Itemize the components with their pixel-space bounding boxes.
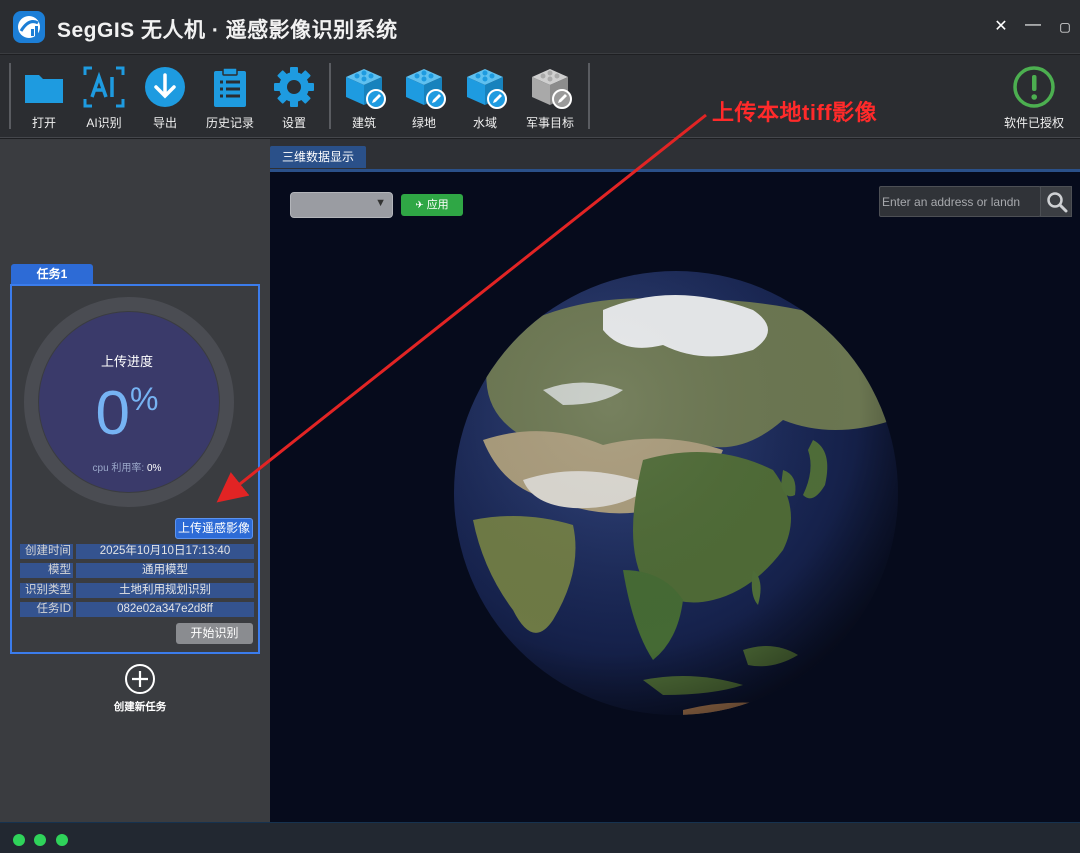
progress-unit: % — [130, 381, 159, 417]
cube-edit-icon — [467, 69, 507, 109]
search-icon — [1047, 192, 1068, 213]
layer-select[interactable]: ▼ — [290, 192, 393, 218]
settings-button[interactable]: 设置 — [264, 61, 324, 133]
military-label: 军事目标 — [525, 116, 574, 130]
gear-icon — [274, 67, 314, 107]
info-key: 模型 — [20, 563, 73, 578]
military-button[interactable]: 军事目标 — [520, 61, 580, 133]
info-row-task-id: 任务ID 082e02a347e2d8ff — [20, 602, 254, 617]
search-button[interactable] — [1040, 186, 1072, 217]
progress-title: 上传进度 — [100, 354, 153, 369]
rocket-icon: ✈ — [415, 200, 424, 211]
status-dot-icon — [13, 834, 25, 846]
download-icon — [145, 67, 185, 107]
history-button[interactable]: 历史记录 — [200, 61, 260, 133]
start-recognition-button[interactable]: 开始识别 — [176, 623, 253, 644]
license-label: 软件已授权 — [1003, 116, 1064, 130]
status-dot-icon — [34, 834, 46, 846]
status-dot-icon — [56, 834, 68, 846]
minimize-button[interactable]: — — [1022, 16, 1044, 34]
export-button[interactable]: 导出 — [135, 61, 195, 133]
info-value: 082e02a347e2d8ff — [76, 602, 254, 617]
task-tab[interactable]: 任务1 — [11, 264, 93, 285]
cube-edit-icon — [532, 69, 572, 109]
clipboard-icon — [214, 67, 246, 107]
folder-icon — [25, 75, 63, 103]
tab-3d-view[interactable]: 三维数据显示 — [270, 146, 366, 168]
main-view: 三维数据显示 ▼ ✈ 应用 — [270, 139, 1080, 822]
info-key: 创建时间 — [20, 544, 73, 559]
status-bar — [0, 822, 1080, 853]
cpu-value: 0% — [147, 463, 162, 474]
ai-recognition-icon — [83, 66, 125, 108]
toolbar-separator — [588, 63, 590, 129]
search-input[interactable] — [880, 187, 1041, 216]
info-value: 通用模型 — [76, 563, 254, 578]
close-button[interactable]: ✕ — [990, 16, 1012, 36]
cube-edit-icon — [346, 69, 386, 109]
info-value: 2025年10月10日17:13:40 — [76, 544, 254, 559]
toolbar: 打开 AI识别 导出 历史记录 设置 建筑 绿地 水域 军事目标 软件已授权 — [0, 55, 1080, 138]
settings-label: 设置 — [281, 116, 306, 130]
chevron-down-icon: ▼ — [375, 197, 386, 209]
info-row-model: 模型 通用模型 — [20, 563, 254, 578]
cpu-label: cpu 利用率: — [92, 463, 145, 474]
globe-viewport[interactable]: ▼ ✈ 应用 — [270, 169, 1080, 822]
info-row-type: 识别类型 土地利用规划识别 — [20, 583, 254, 598]
license-button[interactable]: 软件已授权 — [1004, 61, 1064, 133]
upload-image-button[interactable]: 上传遥感影像 — [175, 518, 253, 539]
progress-number: 0 — [95, 379, 131, 448]
info-row-created: 创建时间 2025年10月10日17:13:40 — [20, 544, 254, 559]
create-task-label: 创建新任务 — [113, 701, 167, 713]
info-key: 识别类型 — [20, 583, 73, 598]
apply-button[interactable]: ✈ 应用 — [401, 194, 463, 216]
apply-label: 应用 — [426, 199, 449, 211]
earth-globe[interactable] — [453, 270, 899, 716]
cpu-usage: cpu 利用率: 0% — [12, 459, 242, 474]
task-panel: 任务1 上传进度 0% cpu 利用率: 0% 上传遥感影像 创建时间 2025… — [0, 139, 270, 822]
app-title: SegGIS 无人机 · 遥感影像识别系统 — [57, 19, 398, 42]
exclamation-circle-icon — [1013, 66, 1055, 108]
water-button[interactable]: 水域 — [455, 61, 515, 133]
progress-value: 0% — [12, 378, 242, 449]
task-card: 上传进度 0% cpu 利用率: 0% 上传遥感影像 创建时间 2025年10月… — [10, 284, 260, 654]
cube-edit-icon — [406, 69, 446, 109]
info-key: 任务ID — [20, 602, 73, 617]
maximize-button[interactable]: ▢ — [1054, 20, 1076, 34]
address-search — [879, 186, 1041, 217]
info-value: 土地利用规划识别 — [76, 583, 254, 598]
app-logo-icon — [13, 11, 45, 43]
create-task-button[interactable]: 创建新任务 — [95, 661, 185, 713]
title-bar: SegGIS 无人机 · 遥感影像识别系统 ✕ — ▢ — [0, 0, 1080, 54]
annotation-label: 上传本地tiff影像 — [712, 100, 878, 125]
plus-circle-icon — [125, 664, 155, 694]
